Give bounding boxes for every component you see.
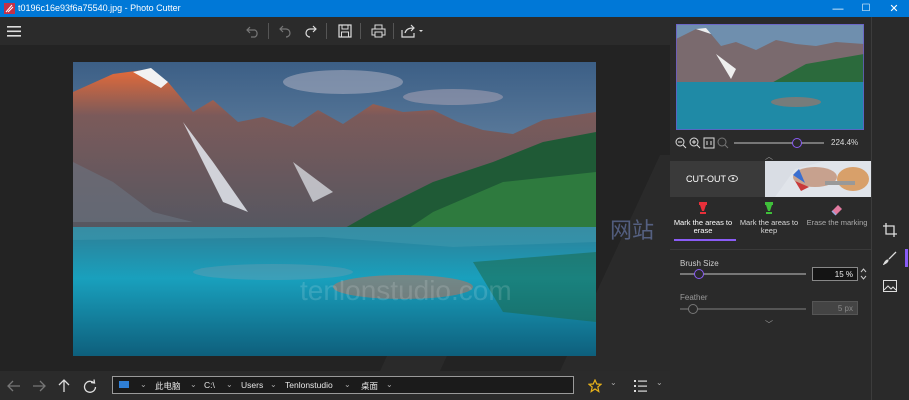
list-view-icon [634,380,647,392]
breadcrumb-item[interactable]: Tenlonstudio [285,380,333,390]
up-folder-button[interactable] [53,375,75,397]
share-button[interactable] [399,21,427,41]
green-marker-icon [765,202,773,214]
window-title: t0196c16e93f6a75540.jpg - Photo Cutter [18,3,181,13]
chevron-down-icon[interactable]: ⌄ [226,380,233,389]
chevron-down-icon[interactable]: ⌄ [270,380,277,389]
mode-label: erase [693,226,713,236]
brush-tool-button[interactable] [878,247,902,269]
app-icon [4,3,15,14]
feather-input[interactable]: 5 px [812,301,858,315]
zoom-slider-thumb[interactable] [792,138,802,148]
image-icon [883,280,897,292]
tool-rail [871,17,909,400]
mode-erase-marking[interactable]: Erase the marking [804,201,870,243]
side-panel: 224.4% ︿ CUT-OUT Mark the areas to erase… [610,17,871,400]
chevron-down-icon[interactable]: ⌄ [190,380,197,389]
view-options-button[interactable] [630,375,652,397]
breadcrumb-item[interactable]: C:\ [204,380,215,390]
bottom-bar: ⌄ 此电脑 ⌄ C:\ ⌄ Users ⌄ Tenlonstudio ⌄ 桌面 … [0,371,670,400]
crop-icon [883,223,897,237]
eraser-icon [831,205,842,216]
feather-thumb[interactable] [687,304,698,314]
close-button[interactable]: ✕ [880,0,908,17]
chevron-down-icon[interactable]: ⌄ [344,380,351,389]
print-icon [371,24,385,38]
back-button[interactable] [3,375,25,397]
print-button[interactable] [367,21,389,41]
breadcrumb-item[interactable]: 此电脑 [155,380,181,392]
redo-icon [305,25,317,38]
undo-step-icon [279,25,291,38]
navigator-thumbnail[interactable] [676,24,864,130]
brush-icon [883,251,897,265]
undo-button[interactable] [242,21,264,41]
brush-size-thumb[interactable] [693,269,704,279]
eye-icon[interactable] [728,175,738,182]
chevron-down-icon[interactable]: ⌄ [140,380,147,389]
zoom-out-icon[interactable] [675,137,687,149]
feather-track[interactable] [680,308,806,310]
arrow-right-icon [33,380,46,392]
brush-size-input[interactable]: 15 % [812,267,858,281]
save-icon [338,24,352,38]
arrow-left-icon [7,380,20,392]
maximize-button[interactable]: ☐ [852,0,880,17]
background-tool-button[interactable] [878,275,902,297]
forward-button[interactable] [28,375,50,397]
brush-size-label: Brush Size [680,259,719,268]
cutout-banner-image [765,161,871,197]
save-button[interactable] [334,21,356,41]
zoom-controls: 224.4% [670,135,871,151]
zoom-level: 224.4% [831,138,859,147]
zoom-in-icon[interactable] [689,137,701,149]
menu-button[interactable] [3,21,25,41]
star-icon [588,379,602,393]
crop-tool-button[interactable] [878,219,902,241]
chevron-down-icon[interactable]: ⌄ [386,380,393,389]
breadcrumb-item[interactable]: 桌面 [361,380,378,392]
image-canvas[interactable]: tenlonstudio.com [0,45,670,371]
main-toolbar [0,17,670,45]
hamburger-icon [7,25,21,37]
refresh-icon [83,379,97,393]
feather-label: Feather [680,293,708,302]
chevron-down-icon[interactable]: ⌄ [610,378,617,387]
minimize-button[interactable]: — [824,0,852,17]
mode-mark-keep[interactable]: Mark the areas to keep [736,201,802,243]
pc-icon [119,381,129,388]
fit-zoom-icon[interactable] [717,137,729,149]
brush-size-spinner[interactable] [860,267,867,281]
redo-button[interactable] [300,21,322,41]
share-icon [401,24,423,38]
chevron-down-icon[interactable]: ⌄ [656,378,663,387]
undo-all-button[interactable] [274,21,296,41]
active-mode-indicator [674,239,736,241]
mode-label: keep [760,226,778,236]
red-marker-icon [699,202,707,214]
arrow-up-icon [58,379,70,392]
expand-chevron-icon[interactable]: ﹀ [765,319,773,330]
actual-size-icon[interactable] [703,137,715,149]
path-breadcrumb[interactable]: ⌄ 此电脑 ⌄ C:\ ⌄ Users ⌄ Tenlonstudio ⌄ 桌面 … [112,376,574,394]
cutout-header[interactable]: CUT-OUT [670,161,871,197]
watermark-text: tenlonstudio.com [300,275,512,306]
favorite-button[interactable] [584,375,606,397]
breadcrumb-item[interactable]: Users [241,380,263,390]
refresh-button[interactable] [79,375,101,397]
zoom-slider-track[interactable] [734,142,824,144]
watermark-cjk: 网站 [610,218,655,243]
title-bar: t0196c16e93f6a75540.jpg - Photo Cutter —… [0,0,909,17]
undo-icon [246,26,258,38]
mode-label: Erase the marking [806,217,868,227]
mode-mark-erase[interactable]: Mark the areas to erase [670,201,736,243]
photo[interactable] [73,62,596,356]
cutout-label: CUT-OUT [686,174,726,184]
